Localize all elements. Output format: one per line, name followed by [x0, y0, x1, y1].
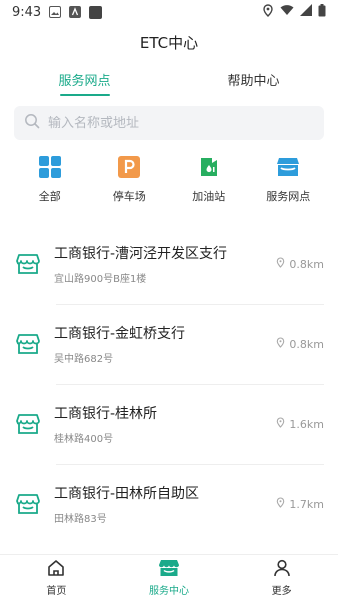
outlet-distance: 1.7km [276, 497, 324, 511]
list-item[interactable]: 工商银行-桂林所 桂林路400号 1.6km [0, 384, 338, 464]
category-all[interactable]: 全部 [15, 156, 85, 204]
service-center-icon [159, 559, 179, 582]
outlet-name: 工商银行-田林所自助区 [54, 486, 200, 502]
outlet-distance: 0.8km [276, 337, 324, 351]
outlet-address: 宜山路900号B座1楼 [54, 274, 147, 285]
outlet-address: 田林路83号 [54, 514, 107, 525]
app-notification-icon [69, 6, 82, 18]
nav-label: 首页 [46, 585, 67, 597]
status-bar: 9:43 [0, 0, 338, 24]
outlet-list: 工商银行-漕河泾开发区支行 宜山路900号B座1楼 0.8km 工商银行-金虹桥… [0, 224, 338, 544]
search-input[interactable] [48, 115, 298, 131]
nav-home[interactable]: 首页 [0, 555, 113, 600]
distance-value: 0.8km [289, 337, 324, 351]
category-label: 停车场 [112, 190, 146, 203]
store-icon [277, 156, 300, 178]
distance-value: 1.6km [289, 417, 324, 431]
nav-more[interactable]: 更多 [225, 555, 338, 600]
outlet-address: 吴中路682号 [54, 354, 114, 365]
outlet-name: 工商银行-漕河泾开发区支行 [54, 246, 228, 262]
bottom-nav: 首页 服务中心 更多 [0, 554, 338, 600]
distance-value: 1.7km [289, 497, 324, 511]
category-label: 全部 [38, 190, 61, 203]
category-row: 全部 停车场 加油站 服务网点 [0, 156, 338, 204]
nav-label: 更多 [271, 585, 292, 597]
tab-service-outlets[interactable]: 服务网点 [0, 66, 169, 98]
location-status-icon [262, 3, 274, 21]
category-label: 加油站 [192, 190, 226, 203]
category-gas-station[interactable]: 加油站 [174, 156, 244, 204]
nav-service-center[interactable]: 服务中心 [113, 555, 226, 600]
outlet-store-icon [16, 493, 40, 515]
nav-label: 服务中心 [149, 585, 189, 597]
category-parking[interactable]: 停车场 [94, 156, 164, 204]
tab-help-center[interactable]: 帮助中心 [169, 66, 338, 98]
battery-icon [318, 3, 326, 21]
photo-notification-icon [49, 6, 62, 18]
app-square-icon [89, 5, 103, 19]
list-item[interactable]: 工商银行-田林所自助区 田林路83号 1.7km [0, 464, 338, 544]
category-label: 服务网点 [266, 190, 311, 203]
wifi-icon [280, 4, 294, 20]
list-item[interactable]: 工商银行-漕河泾开发区支行 宜山路900号B座1楼 0.8km [0, 224, 338, 304]
parking-icon [118, 156, 141, 178]
tab-bar: 服务网点 帮助中心 [0, 66, 338, 98]
page-title: ETC中心 [139, 34, 199, 52]
grid-icon [38, 156, 61, 178]
person-icon [273, 559, 291, 582]
location-pin-icon [276, 417, 285, 431]
search-bar[interactable] [14, 106, 324, 140]
outlet-name: 工商银行-金虹桥支行 [54, 326, 186, 342]
outlet-name: 工商银行-桂林所 [54, 406, 158, 422]
location-pin-icon [276, 497, 285, 511]
outlet-address: 桂林路400号 [54, 434, 114, 445]
signal-icon [300, 4, 312, 20]
distance-value: 0.8km [289, 257, 324, 271]
home-icon [47, 559, 65, 582]
outlet-store-icon [16, 413, 40, 435]
category-service-outlet[interactable]: 服务网点 [253, 156, 323, 204]
outlet-distance: 0.8km [276, 257, 324, 271]
gas-station-icon [198, 156, 220, 178]
outlet-store-icon [16, 253, 40, 275]
list-item[interactable]: 工商银行-金虹桥支行 吴中路682号 0.8km [0, 304, 338, 384]
outlet-distance: 1.6km [276, 417, 324, 431]
status-time: 9:43 [12, 4, 42, 20]
location-pin-icon [276, 257, 285, 271]
search-icon [24, 113, 40, 133]
location-pin-icon [276, 337, 285, 351]
outlet-store-icon [16, 333, 40, 355]
